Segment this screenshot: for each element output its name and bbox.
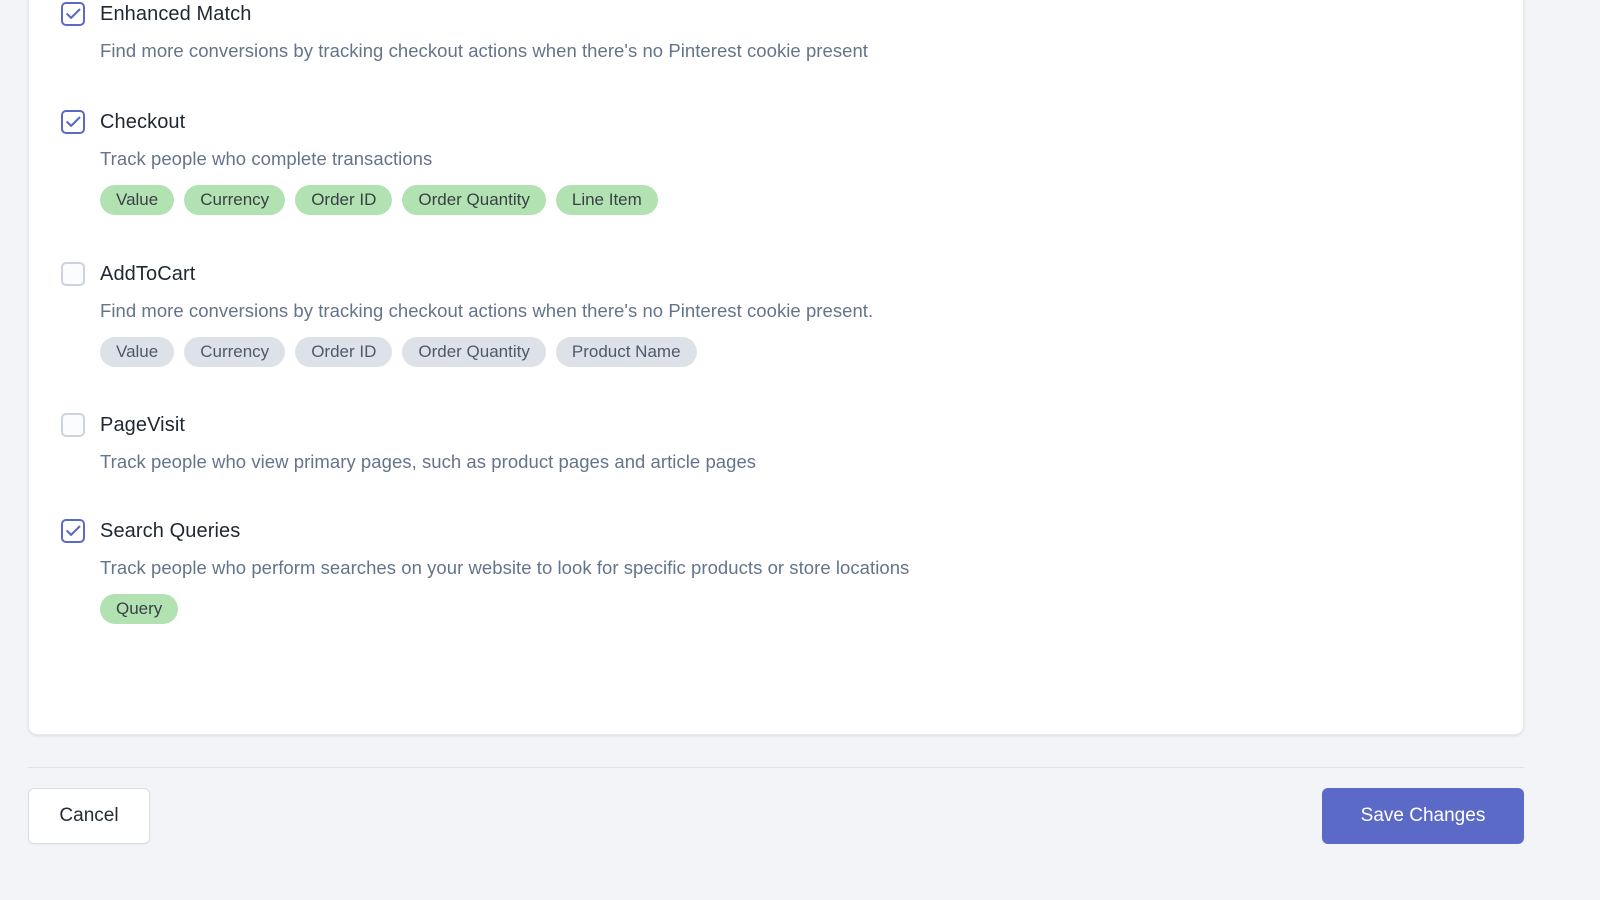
settings-page: Enhanced Match Find more conversions by t… [0,0,1600,900]
event-row: AddToCart Find more conversions by tracki… [29,261,1523,367]
event-title: PageVisit [100,414,186,436]
event-tag: Order Quantity [402,185,546,215]
event-description: Track people who view primary pages, suc… [100,451,757,472]
event-description: Find more conversions by tracking checko… [100,40,868,61]
event-tag: Product Name [555,337,697,367]
event-title: Checkout [100,111,186,133]
event-tag-list: Value Currency Order ID Order Quantity Produ… [100,337,1523,367]
cancel-button[interactable]: Cancel [28,788,150,844]
event-tag: Value [100,185,175,215]
check-icon [65,8,80,19]
checkbox-addtocart[interactable] [61,262,85,286]
save-changes-button[interactable]: Save Changes [1322,788,1524,844]
conversion-events-card: Enhanced Match Find more conversions by t… [28,0,1524,735]
event-tag-list: Query [100,594,1523,624]
event-row: Enhanced Match Find more conversions by t… [29,1,1523,63]
checkbox-checkout[interactable] [61,110,85,134]
checkbox-enhanced-match[interactable] [61,2,85,26]
event-title: Enhanced Match [100,3,252,25]
event-tag-list: Value Currency Order ID Order Quantity Line … [100,185,1523,215]
event-header: AddToCart [61,261,1523,287]
event-tag: Line Item [555,185,658,215]
event-header: Enhanced Match [61,1,1523,27]
event-tag: Currency [184,185,286,215]
event-row: Search Queries Track people who perform s… [29,518,1523,624]
event-tag: Order Quantity [402,337,546,367]
footer-action-bar: Cancel Save Changes [28,788,1524,844]
event-header: PageVisit [61,412,1523,438]
event-row: PageVisit Track people who view primary p… [29,412,1523,474]
checkbox-search-queries[interactable] [61,519,85,543]
event-row: Checkout Track people who complete transa… [29,109,1523,215]
event-description: Find more conversions by tracking checko… [100,300,874,321]
event-tag: Value [100,337,175,367]
checkbox-pagevisit[interactable] [61,413,85,437]
check-icon [65,116,80,127]
event-header: Checkout [61,109,1523,135]
event-description: Track people who complete transactions [100,148,433,169]
event-tag: Order ID [295,185,393,215]
event-header: Search Queries [61,518,1523,544]
event-description: Track people who perform searches on you… [100,557,910,578]
footer-divider [28,767,1524,768]
event-tag: Order ID [295,337,393,367]
event-tag: Currency [184,337,286,367]
event-title: Search Queries [100,520,241,542]
event-title: AddToCart [100,263,196,285]
check-icon [65,525,80,536]
event-tag: Query [100,594,179,624]
